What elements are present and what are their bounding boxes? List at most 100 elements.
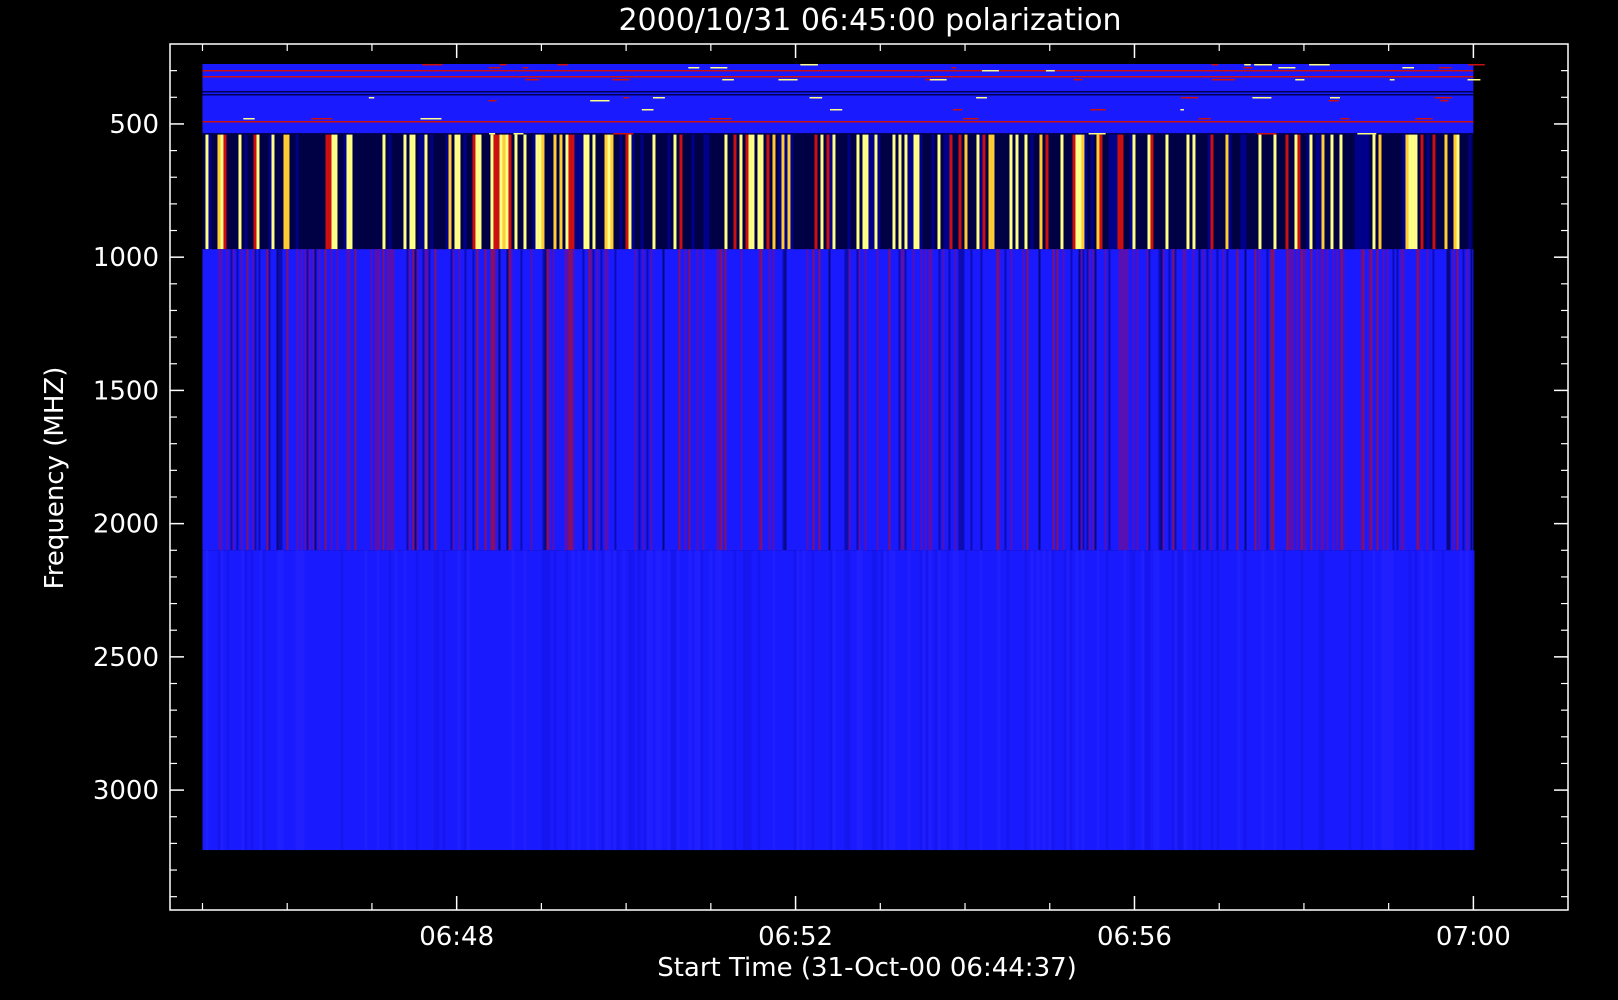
noise-dash xyxy=(1440,99,1449,102)
burst-stripe xyxy=(1330,134,1334,250)
stripe xyxy=(858,249,861,551)
stripe xyxy=(314,249,317,551)
stripe xyxy=(655,550,659,851)
stripe xyxy=(1056,249,1059,551)
noise-dash xyxy=(1439,66,1452,69)
burst-stripe xyxy=(778,134,782,250)
stripe xyxy=(925,550,929,851)
stripe xyxy=(1202,249,1205,551)
stripe xyxy=(1080,249,1083,551)
stripe xyxy=(1126,249,1129,551)
stripe xyxy=(1258,249,1261,551)
burst-stripe xyxy=(919,134,923,250)
stripe xyxy=(1082,249,1085,551)
burst-stripe xyxy=(1111,134,1115,250)
stripe xyxy=(220,249,223,551)
stripe xyxy=(510,249,513,551)
stripe xyxy=(1036,550,1040,851)
burst-stripe xyxy=(1072,134,1076,250)
stripe xyxy=(796,550,800,851)
stripe xyxy=(1290,249,1293,551)
stripe xyxy=(607,550,611,851)
burst-stripe xyxy=(814,134,818,250)
stripe xyxy=(205,550,209,851)
burst-stripe xyxy=(829,134,833,250)
noise-dash xyxy=(488,99,497,102)
burst-stripe xyxy=(1294,134,1298,250)
burst-stripe xyxy=(328,134,332,250)
stripe xyxy=(829,550,833,851)
x-tick-label: 06:56 xyxy=(1097,922,1172,952)
burst-stripe xyxy=(1372,134,1376,250)
burst-stripe xyxy=(418,134,422,250)
stripe xyxy=(340,550,344,851)
stripe xyxy=(864,249,867,551)
burst-stripe xyxy=(1318,134,1322,250)
stripe xyxy=(386,249,389,551)
stripe xyxy=(1168,249,1171,551)
y-tick-label: 1500 xyxy=(93,376,159,406)
stripe xyxy=(1471,550,1475,851)
stripe xyxy=(544,550,548,851)
stripe xyxy=(658,550,662,851)
stripe xyxy=(1094,249,1097,551)
stripe xyxy=(572,249,575,551)
burst-stripe xyxy=(784,134,788,250)
burst-stripe xyxy=(343,134,347,250)
noise-dash xyxy=(1257,132,1277,135)
stripe xyxy=(546,249,549,551)
stripe xyxy=(806,249,809,551)
stripe xyxy=(415,550,419,851)
burst-stripe xyxy=(1108,134,1112,250)
stripe xyxy=(733,550,737,851)
stripe xyxy=(1216,249,1219,551)
burst-stripe xyxy=(820,134,824,250)
burst-stripe xyxy=(1228,134,1232,250)
burst-stripe xyxy=(1273,134,1277,250)
stripe xyxy=(450,249,453,551)
stripe xyxy=(1180,550,1184,851)
stripe xyxy=(1261,550,1265,851)
stripe xyxy=(1123,550,1127,851)
stripe xyxy=(1282,550,1286,851)
noise-dash xyxy=(1434,96,1452,99)
noise-dash xyxy=(1415,69,1423,72)
band-970-2100 xyxy=(202,249,1474,551)
y-tick-label: 500 xyxy=(109,110,159,140)
burst-stripe xyxy=(766,134,770,250)
burst-stripe xyxy=(982,134,986,250)
burst-stripe xyxy=(640,134,644,250)
noise-dash xyxy=(1088,132,1106,135)
noise-dash xyxy=(420,117,442,120)
burst-stripe xyxy=(1309,134,1313,250)
burst-stripe xyxy=(781,134,785,250)
stripe xyxy=(592,249,595,551)
stripe xyxy=(1384,550,1388,851)
stripe xyxy=(811,550,815,851)
burst-stripe xyxy=(739,134,743,250)
noise-dash xyxy=(489,132,496,135)
noise-dash xyxy=(488,66,501,69)
chart-title: 2000/10/31 06:45:00 polarization xyxy=(618,3,1121,38)
stripe xyxy=(452,249,455,551)
stripe xyxy=(520,249,523,551)
noise-dash xyxy=(1415,117,1433,120)
burst-stripe xyxy=(892,134,896,250)
burst-stripe xyxy=(1117,134,1121,250)
stripe xyxy=(684,249,687,551)
stripe xyxy=(1310,249,1313,551)
burst-stripe xyxy=(541,134,545,250)
noise-dash xyxy=(1254,63,1272,66)
band-540-970 xyxy=(202,134,1474,250)
stripe xyxy=(492,249,495,551)
stripe xyxy=(1387,550,1391,851)
noise-dash xyxy=(906,69,919,72)
stripe xyxy=(1392,249,1395,551)
stripe xyxy=(604,550,608,851)
stripe xyxy=(1132,550,1136,851)
noise-dash xyxy=(1243,66,1253,69)
stripe xyxy=(758,249,761,551)
stripe xyxy=(301,550,305,851)
stripe xyxy=(709,550,713,851)
burst-stripe xyxy=(757,134,761,250)
